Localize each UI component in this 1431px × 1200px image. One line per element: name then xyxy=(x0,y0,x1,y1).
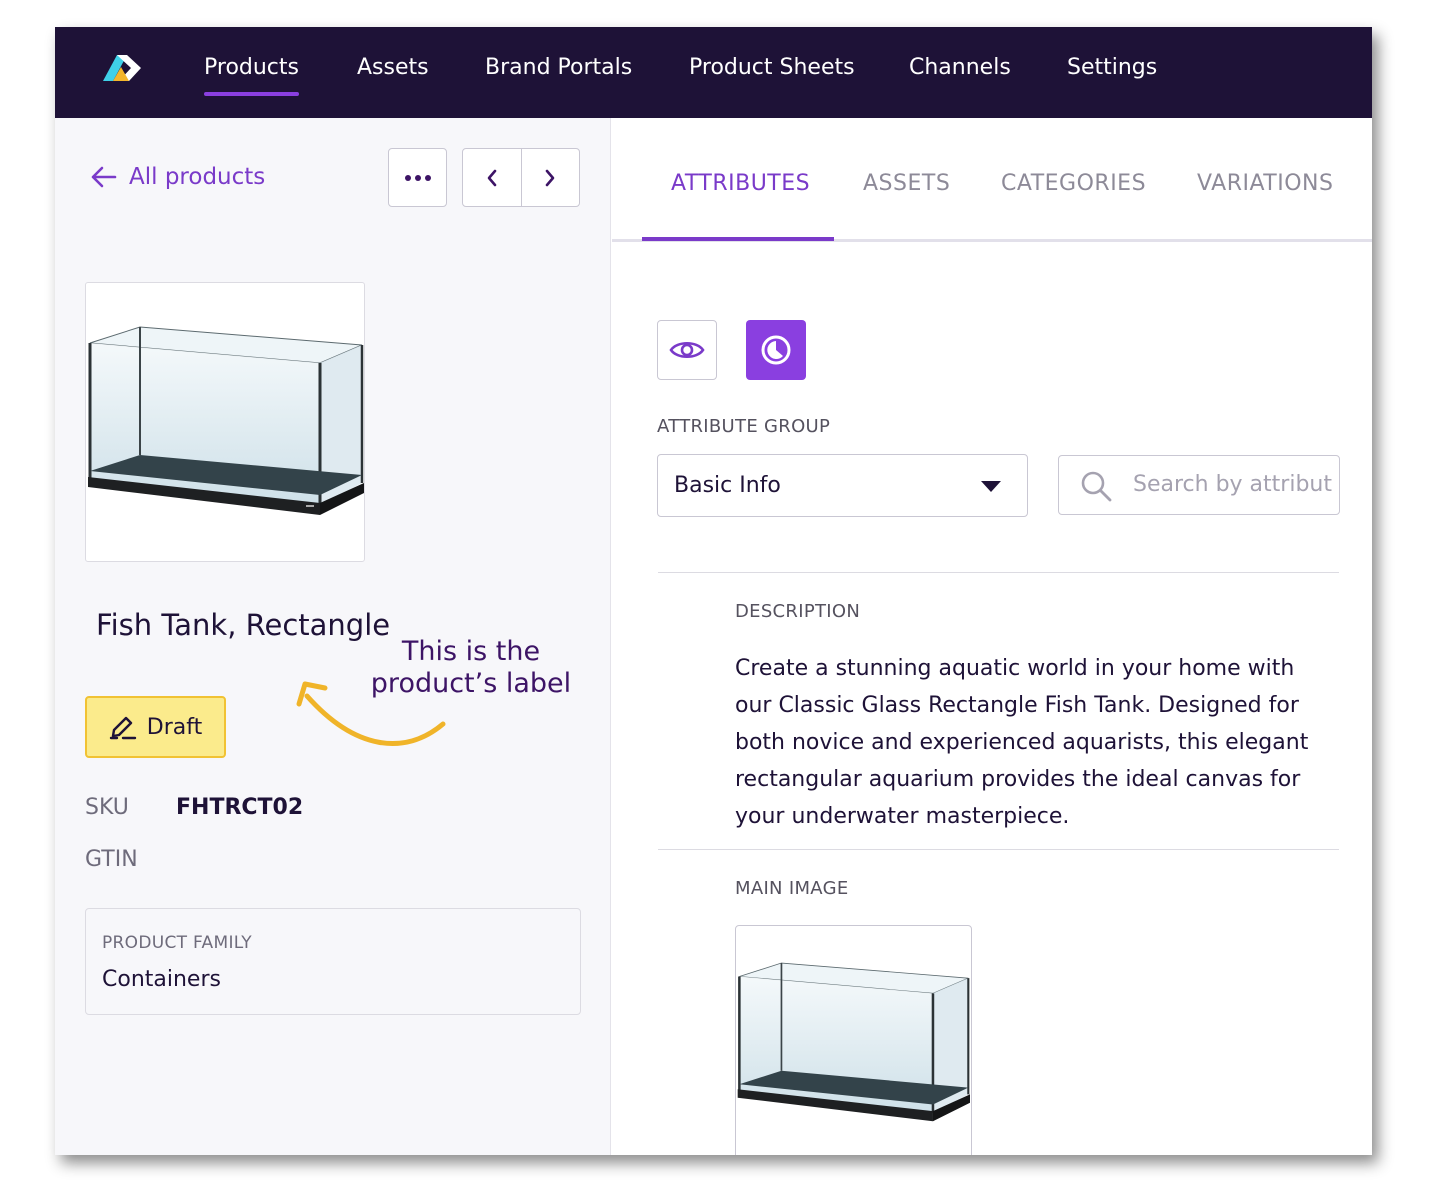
attribute-group-value: Basic Info xyxy=(674,473,781,498)
all-products-label: All products xyxy=(129,164,266,190)
nav-settings[interactable]: Settings xyxy=(1067,55,1157,81)
section-divider xyxy=(658,572,1339,573)
tab-categories[interactable]: CATEGORIES xyxy=(1001,171,1146,196)
product-family-label: PRODUCT FAMILY xyxy=(102,933,252,953)
product-summary-pane: All products Fish Tank, Rectangle This i… xyxy=(55,118,611,1155)
more-horizontal-icon xyxy=(404,174,431,181)
product-detail-pane: ATTRIBUTES ASSETS CATEGORIES VARIATIONS … xyxy=(612,118,1372,1155)
top-navbar: Products Assets Brand Portals Product Sh… xyxy=(55,27,1372,118)
attribute-group-label: ATTRIBUTE GROUP xyxy=(657,416,831,437)
product-thumbnail[interactable] xyxy=(85,282,365,562)
tab-variations[interactable]: VARIATIONS xyxy=(1197,171,1333,196)
attribute-search-input[interactable] xyxy=(1133,456,1333,513)
fish-tank-image xyxy=(88,326,364,515)
main-image-thumbnail[interactable] xyxy=(735,925,972,1155)
product-family-card[interactable]: PRODUCT FAMILY Containers xyxy=(85,908,581,1015)
sku-label: SKU xyxy=(85,795,129,820)
preview-toggle-button[interactable] xyxy=(657,320,717,380)
history-toggle-button[interactable] xyxy=(746,320,806,380)
chevron-right-icon xyxy=(545,169,555,186)
more-actions-button[interactable] xyxy=(388,148,447,207)
fish-tank-image xyxy=(737,962,970,1122)
description-label: DESCRIPTION xyxy=(735,601,861,622)
tab-attributes[interactable]: ATTRIBUTES xyxy=(671,171,810,196)
next-product-button[interactable] xyxy=(522,149,580,206)
gtin-label: GTIN xyxy=(85,847,138,872)
product-title: Fish Tank, Rectangle xyxy=(96,608,391,642)
nav-channels[interactable]: Channels xyxy=(909,55,1011,81)
status-label: Draft xyxy=(146,714,203,740)
attribute-search-field[interactable] xyxy=(1058,455,1340,515)
sku-value: FHTRCT02 xyxy=(176,795,304,820)
description-text[interactable]: Create a stunning aquatic world in your … xyxy=(735,650,1335,835)
search-icon xyxy=(1081,471,1112,502)
previous-product-button[interactable] xyxy=(463,149,522,206)
section-divider xyxy=(658,849,1339,850)
nav-brand-portals[interactable]: Brand Portals xyxy=(485,55,632,81)
arrow-left-icon xyxy=(91,166,117,188)
tab-assets[interactable]: ASSETS xyxy=(863,171,950,196)
curved-arrow-icon xyxy=(296,681,446,746)
caret-down-icon xyxy=(981,481,1001,492)
active-tab-indicator xyxy=(642,237,834,241)
all-products-link[interactable]: All products xyxy=(89,164,265,190)
main-image-label: MAIN IMAGE xyxy=(735,878,849,899)
attribute-group-select[interactable]: Basic Info xyxy=(657,454,1028,517)
nav-products[interactable]: Products xyxy=(204,55,299,96)
chevron-left-icon xyxy=(487,169,497,186)
product-family-value: Containers xyxy=(102,967,221,992)
app-window: Products Assets Brand Portals Product Sh… xyxy=(55,27,1372,1155)
status-badge[interactable]: Draft xyxy=(85,696,226,758)
product-pager xyxy=(462,148,580,207)
app-logo-icon[interactable] xyxy=(99,51,145,85)
history-icon xyxy=(761,335,791,365)
eye-icon xyxy=(669,341,705,359)
nav-product-sheets[interactable]: Product Sheets xyxy=(689,55,855,81)
nav-assets[interactable]: Assets xyxy=(357,55,429,81)
edit-pencil-icon xyxy=(109,716,136,740)
